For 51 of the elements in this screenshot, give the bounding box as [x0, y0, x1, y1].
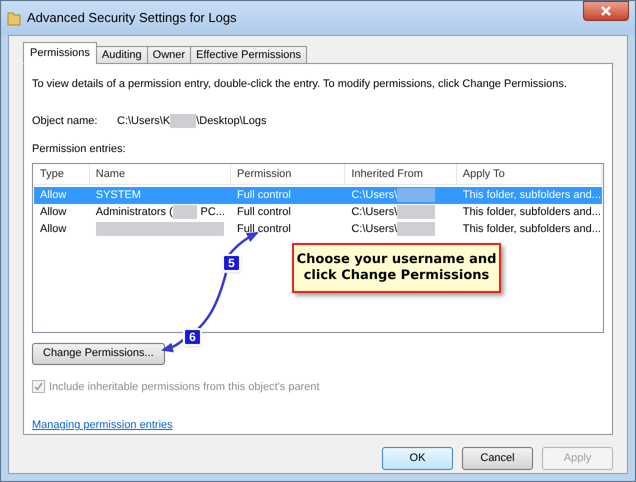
redacted-block [397, 222, 436, 236]
step-badge: 6 [183, 328, 202, 346]
table-cell-text: PC... [200, 204, 225, 220]
redacted-block [397, 188, 436, 202]
curved-arrow [161, 339, 184, 352]
column-header[interactable]: Type [34, 164, 90, 184]
table-row[interactable]: Allow Administrators ( PC... Full control C:\Users\ This folder, subfolders and... [34, 204, 602, 220]
dialog-button[interactable]: OK [382, 447, 453, 470]
table-cell-text: C:\Users\ [351, 222, 398, 237]
folder-icon [7, 10, 21, 26]
tab[interactable]: Owner [146, 46, 192, 64]
table-cell-text: This folder, subfolders and... [462, 204, 601, 220]
column-header[interactable]: Apply To [456, 164, 602, 184]
inherit-checkbox-label: Include inheritable permissions from this object's parent [49, 380, 320, 394]
close-icon [600, 6, 612, 16]
table-cell-text: Full control [236, 188, 291, 203]
curved-arrow [228, 232, 259, 256]
close-button[interactable] [583, 1, 629, 21]
table-cell-text: C:\Users\ [351, 204, 398, 220]
column-header[interactable]: Inherited From [345, 164, 457, 184]
dialog-button[interactable]: Cancel [462, 447, 533, 470]
help-link[interactable]: Managing permission entries [32, 419, 173, 431]
tab[interactable]: Permissions [23, 42, 97, 64]
table-cell-text: C:\Users\ [351, 188, 398, 203]
description-text: To view details of a permission entry, double-click the entry. To modify permissions, click Change Permissions. [32, 77, 568, 92]
table-cell-text: Administrators ( [96, 204, 173, 220]
table-cell-text: Full control [236, 222, 291, 237]
table-cell-text: This folder, subfolders and... [462, 222, 601, 237]
table-cell-text: This folder, subfolders and... [462, 188, 601, 203]
column-header[interactable]: Name [90, 164, 231, 184]
step-badge: 5 [222, 254, 241, 272]
redacted-block [170, 114, 196, 128]
table-row[interactable]: Allow Full control C:\Users\ This folder, subfolders and... [34, 220, 602, 238]
window-title: Advanced Security Settings for Logs [27, 9, 237, 28]
change-permissions-button[interactable]: Change Permissions... [32, 342, 165, 364]
column-header[interactable]: Permission [230, 164, 346, 184]
permission-list[interactable] [32, 162, 604, 332]
callout-note: Choose your username and click Change Permissions [292, 243, 501, 293]
tab[interactable]: Effective Permissions [190, 46, 308, 64]
tab[interactable]: Auditing [96, 46, 148, 64]
redacted-block [172, 205, 197, 219]
permission-entries-label: Permission entries: [32, 142, 127, 157]
redacted-block [397, 205, 436, 219]
object-path-text: \Desktop\Logs [196, 114, 267, 128]
table-cell-text: Allow [40, 188, 66, 203]
object-name-label: Object name: [32, 114, 98, 128]
table-cell-text: Full control [236, 204, 291, 220]
object-path-text: C:\Users\K [117, 114, 170, 128]
table-cell-text: SYSTEM [96, 188, 141, 203]
table-cell-text: Allow [40, 204, 66, 220]
table-cell-text: Allow [40, 222, 66, 237]
